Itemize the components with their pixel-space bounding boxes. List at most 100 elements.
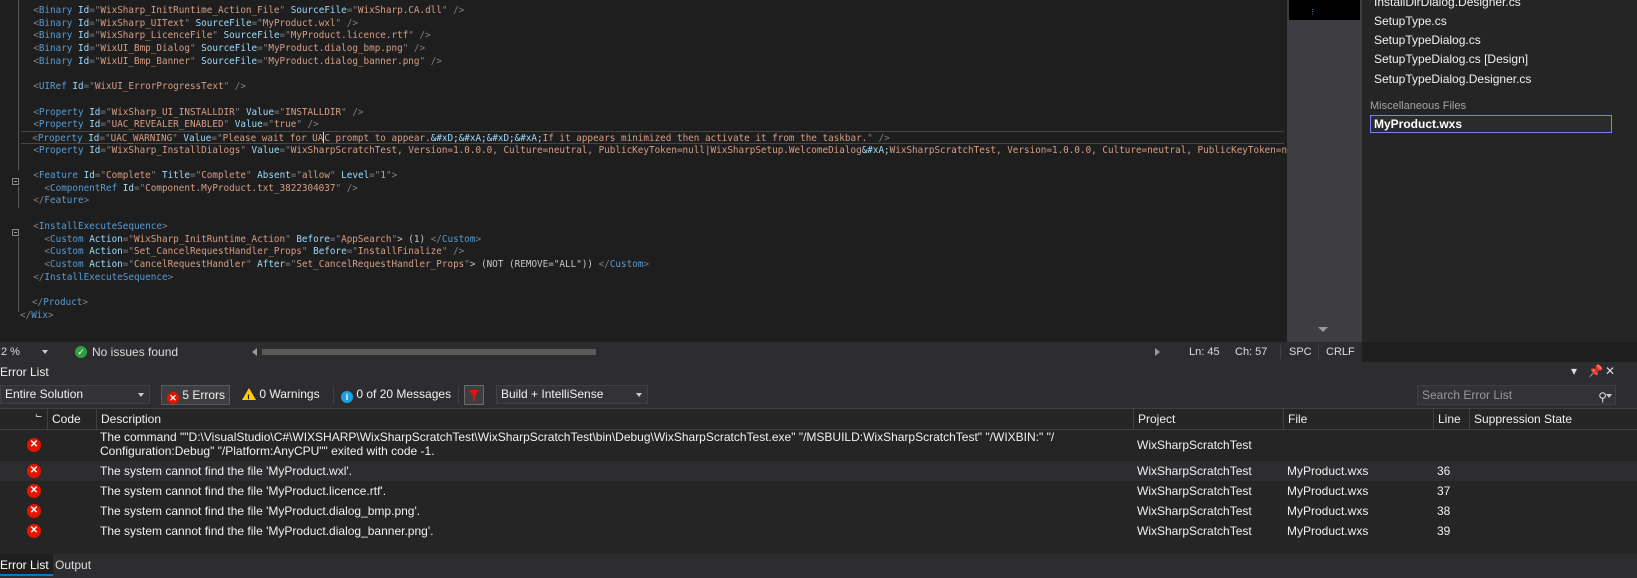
outline-guide — [18, 0, 19, 170]
code-token: =" — [133, 183, 146, 194]
code-token: WixSharp_UI_INSTALLDIR — [111, 107, 235, 118]
code-line[interactable]: <Custom Action="Set_CancelRequestHandler… — [22, 245, 464, 258]
warnings-filter-button[interactable]: 0 Warnings — [242, 385, 320, 407]
code-line[interactable]: <Binary Id="WixUI_Bmp_Banner" SourceFile… — [22, 55, 442, 68]
code-line[interactable]: <Property Id="UAC_REVEALER_ENABLED" Valu… — [22, 118, 319, 131]
error-row[interactable]: ✕ The system cannot find the file 'MyPro… — [0, 461, 1637, 481]
code-line[interactable]: <Custom Action="CancelRequestHandler" Af… — [22, 258, 649, 271]
code-line[interactable]: </Product> — [32, 296, 88, 309]
issues-status[interactable]: No issues found — [92, 342, 178, 362]
code-token: > — [167, 272, 174, 283]
close-icon[interactable]: ✕ — [1605, 364, 1615, 378]
collapse-feature-icon[interactable] — [12, 178, 19, 185]
errors-filter-button[interactable]: ✕ 5 Errors — [161, 385, 230, 405]
code-line[interactable]: <Binary Id="WixSharp_InitRuntime_Action_… — [22, 4, 464, 17]
build-filter-dropdown[interactable]: Build + IntelliSense — [496, 385, 648, 404]
code-line[interactable]: </Feature> — [22, 194, 89, 207]
zoom-dropdown[interactable]: 2 % — [0, 342, 52, 362]
code-token: InstallExecuteSequence — [38, 221, 162, 232]
code-token: Id — [117, 183, 134, 194]
code-token: =" — [189, 170, 202, 181]
minimap-viewport[interactable]: ⋮ — [1289, 0, 1360, 20]
column-line[interactable]: Line — [1433, 409, 1469, 429]
column-severity[interactable]: ⌙ — [0, 409, 47, 429]
scroll-right-icon[interactable] — [1155, 348, 1160, 356]
solution-item[interactable]: SetupTypeDialog.cs — [1374, 33, 1481, 47]
code-token: SourceFile — [285, 5, 347, 16]
solution-item[interactable]: InstallDirDialog.Designer.cs — [1374, 0, 1521, 9]
error-description: The system cannot find the file 'MyProdu… — [100, 504, 421, 518]
tab-output[interactable]: Output — [51, 554, 95, 576]
divider — [458, 386, 459, 404]
code-token: WixSharpScratchTest, Version=1.0.0.0, Cu… — [889, 145, 1287, 156]
error-row[interactable]: ✕ The system cannot find the file 'MyPro… — [0, 501, 1637, 521]
collapse-sequence-icon[interactable] — [12, 229, 19, 236]
error-row[interactable]: ✕ The command ""D:\VisualStudio\C#\WIXSH… — [0, 429, 1637, 460]
column-suppression[interactable]: Suppression State — [1469, 409, 1594, 429]
filter-icon[interactable] — [464, 385, 484, 405]
error-file: MyProduct.wxs — [1287, 504, 1369, 518]
code-line[interactable]: <Property Id="WixSharp_InstallDialogs" V… — [22, 144, 1287, 157]
code-line[interactable]: </Wix> — [20, 309, 54, 322]
code-token: Id — [82, 133, 100, 144]
error-row[interactable]: ✕ The system cannot find the file 'MyPro… — [0, 521, 1637, 541]
code-token: Feature — [44, 195, 84, 206]
column-file[interactable]: File — [1283, 409, 1435, 429]
horizontal-scrollbar-thumb[interactable] — [262, 349, 596, 355]
code-token: WixSharp_InstallDialogs — [111, 145, 241, 156]
outline-guide — [18, 186, 19, 208]
line-ending-indicator[interactable]: CRLF — [1326, 342, 1355, 362]
code-line[interactable]: <Feature Id="Complete" Title="Complete" … — [22, 169, 397, 182]
search-options-icon[interactable] — [1606, 394, 1612, 398]
check-circle-icon: ✓ — [75, 346, 87, 358]
pin-icon[interactable]: 📌 — [1588, 364, 1603, 378]
scope-dropdown[interactable]: Entire Solution — [0, 385, 150, 404]
error-description: The command ""D:\VisualStudio\C#\WIXSHAR… — [100, 430, 1055, 444]
code-token: SourceFile — [217, 30, 280, 41]
code-line[interactable]: </InstallExecuteSequence> — [22, 271, 173, 284]
code-token: Action — [83, 246, 123, 257]
dropdown-icon[interactable]: ▾ — [1571, 364, 1577, 378]
error-row[interactable]: ✕ The system cannot find the file 'MyPro… — [0, 481, 1637, 501]
error-project: WixSharpScratchTest — [1137, 524, 1252, 538]
scroll-down-icon[interactable] — [1318, 327, 1328, 332]
code-token: Custom — [50, 234, 84, 245]
spacing-indicator[interactable]: SPC — [1289, 342, 1312, 362]
solution-item[interactable]: SetupTypeDialog.cs [Design] — [1374, 52, 1528, 66]
code-line[interactable]: <InstallExecuteSequence> — [22, 220, 167, 233]
error-list-titlebar: Error List ▾ 📌 ✕ — [0, 362, 1637, 382]
code-line[interactable]: <Binary Id="WixSharp_LicenceFile" Source… — [22, 29, 431, 42]
code-token: Complete — [201, 170, 246, 181]
build-filter-value: Build + IntelliSense — [501, 387, 604, 401]
column-code[interactable]: Code — [47, 409, 96, 429]
code-token: </ — [32, 297, 44, 308]
solution-item-selected[interactable]: MyProduct.wxs — [1370, 115, 1612, 133]
code-token: Binary — [38, 18, 73, 29]
line-indicator[interactable]: Ln: 45 — [1189, 342, 1220, 362]
code-line[interactable]: <UIRef Id="WixUI_ErrorProgressText" /> — [22, 80, 246, 93]
code-token: Before — [290, 234, 330, 245]
messages-filter-button[interactable]: i 0 of 20 Messages — [341, 385, 451, 405]
scroll-left-icon[interactable] — [252, 348, 257, 356]
code-token: =" — [122, 246, 134, 257]
code-line[interactable]: <Binary Id="WixUI_Bmp_Dialog" SourceFile… — [22, 42, 425, 55]
code-token: Please wait for UA — [222, 133, 324, 144]
code-token: =" — [290, 170, 302, 181]
code-line[interactable]: <Property Id="UAC_WARNING" Value="Please… — [21, 131, 1284, 144]
search-input[interactable]: Search Error List ⚲ — [1417, 385, 1616, 405]
solution-item[interactable]: SetupType.cs — [1374, 14, 1447, 28]
editor-margin — [0, 0, 20, 332]
char-indicator[interactable]: Ch: 57 — [1235, 342, 1267, 362]
code-token: Id — [72, 18, 90, 29]
column-description[interactable]: Description — [96, 409, 1136, 429]
solution-item[interactable]: SetupTypeDialog.Designer.cs — [1374, 72, 1531, 86]
editor-minimap[interactable]: ⋮ — [1287, 0, 1362, 342]
column-project[interactable]: Project — [1133, 409, 1283, 429]
code-token: WixUI_Bmp_Banner — [100, 56, 190, 67]
code-token: INSTALLDIR — [285, 107, 342, 118]
code-editor[interactable]: <Binary Id="WixSharp_InitRuntime_Action_… — [0, 0, 1287, 342]
code-token: =" — [100, 107, 112, 118]
tab-error-list[interactable]: Error List — [0, 554, 53, 576]
